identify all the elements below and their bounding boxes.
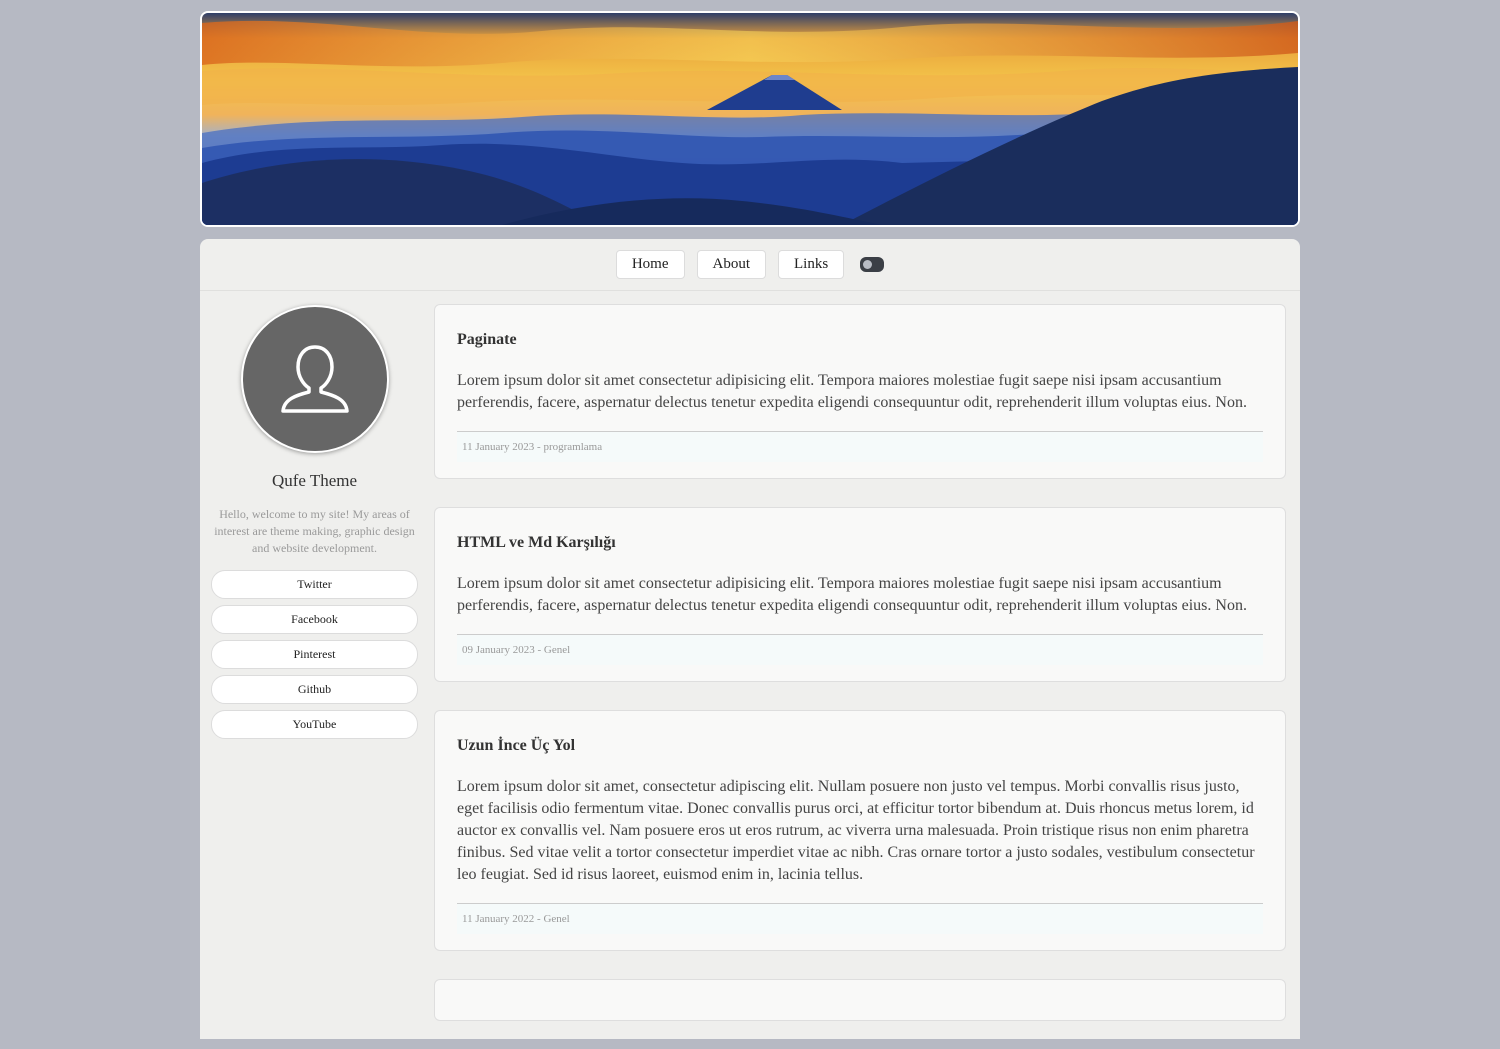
twitter-link[interactable]: Twitter (211, 570, 418, 599)
nav-about-link[interactable]: About (696, 250, 766, 279)
post-title-link[interactable]: Paginate (457, 331, 1263, 349)
facebook-link[interactable]: Facebook (211, 605, 418, 634)
main-container: Home About Links Qufe Theme Hello, welco… (200, 239, 1300, 1039)
theme-toggle-icon[interactable] (860, 257, 885, 272)
header-banner-image (200, 11, 1300, 227)
post-card (434, 979, 1286, 1021)
post-excerpt: Lorem ipsum dolor sit amet consectetur a… (457, 372, 1247, 411)
post-card: HTML ve Md Karşılığı Lorem ipsum dolor s… (434, 507, 1286, 682)
avatar (240, 305, 389, 453)
mountain-sunset-illustration (202, 13, 1298, 225)
github-link[interactable]: Github (211, 675, 418, 704)
post-meta: 09 January 2023 - Genel (457, 634, 1263, 665)
pinterest-link[interactable]: Pinterest (211, 640, 418, 669)
user-silhouette-icon (280, 345, 349, 413)
post-card: Uzun İnce Üç Yol Lorem ipsum dolor sit a… (434, 710, 1286, 951)
youtube-link[interactable]: YouTube (211, 710, 418, 739)
sidebar: Qufe Theme Hello, welcome to my site! My… (211, 305, 418, 745)
post-meta: 11 January 2023 - programlama (457, 431, 1263, 462)
top-navigation: Home About Links (200, 239, 1300, 291)
post-title-link[interactable]: HTML ve Md Karşılığı (457, 534, 1263, 552)
social-links: Twitter Facebook Pinterest Github YouTub… (211, 570, 418, 739)
site-description: Hello, welcome to my site! My areas of i… (214, 507, 415, 555)
nav-links-link[interactable]: Links (778, 250, 845, 279)
post-excerpt: Lorem ipsum dolor sit amet, consectetur … (457, 778, 1255, 883)
page-wrapper: Home About Links Qufe Theme Hello, welco… (200, 11, 1300, 1039)
post-meta: 11 January 2022 - Genel (457, 903, 1263, 934)
post-title-link[interactable]: Uzun İnce Üç Yol (457, 737, 1263, 755)
site-title: Qufe Theme (271, 471, 358, 490)
post-card: Paginate Lorem ipsum dolor sit amet cons… (434, 304, 1286, 479)
nav-home-link[interactable]: Home (615, 250, 685, 279)
post-excerpt: Lorem ipsum dolor sit amet consectetur a… (457, 575, 1247, 614)
post-list: Paginate Lorem ipsum dolor sit amet cons… (434, 304, 1286, 1049)
